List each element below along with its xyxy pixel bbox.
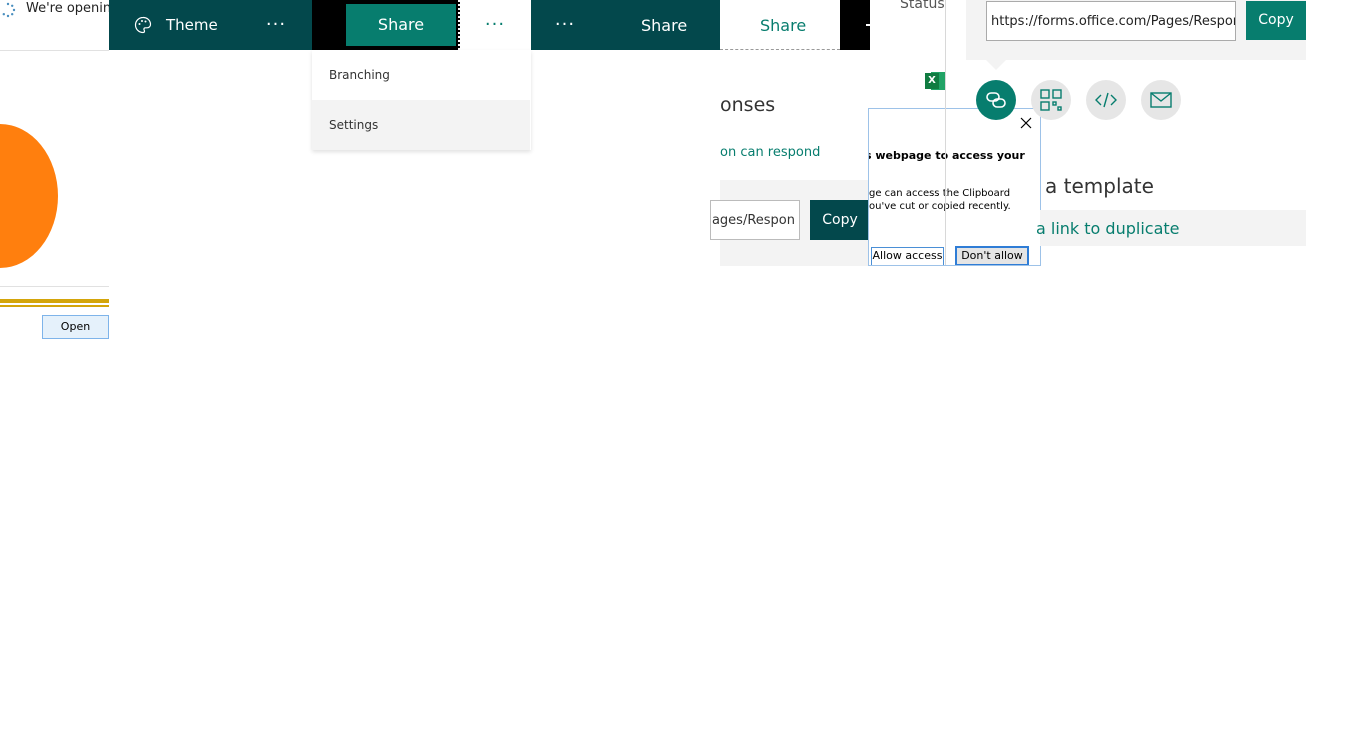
share-button[interactable]: Share (346, 4, 456, 46)
black-strip (840, 0, 870, 50)
responses-heading: onses (720, 94, 776, 116)
duplicate-link-label: a link to duplicate (1036, 219, 1180, 238)
gold-rule-thin (0, 305, 109, 307)
qr-code-button[interactable] (1031, 80, 1071, 120)
panel-pointer (986, 60, 1006, 70)
link-input-value: ages/Respon (711, 213, 795, 228)
status-label: Status (900, 0, 945, 12)
more-options-button[interactable]: ··· (548, 0, 582, 50)
email-button[interactable] (1141, 80, 1181, 120)
dialog-body-line2: ou've cut or copied recently. (869, 201, 1011, 212)
share-button[interactable]: Share (641, 0, 687, 52)
duplicate-link-row[interactable]: a link to duplicate (1036, 210, 1306, 246)
palette-icon (134, 16, 152, 34)
tab-share[interactable]: Share (720, 0, 840, 50)
menu-item-settings[interactable]: Settings (312, 100, 530, 150)
open-button[interactable]: Open (42, 315, 109, 339)
embed-button[interactable] (1086, 80, 1126, 120)
allow-access-button[interactable]: Allow access (871, 247, 944, 265)
menu-item-branching[interactable]: Branching (312, 50, 530, 100)
share-link-input[interactable]: https://forms.office.com/Pages/Respon (986, 1, 1236, 41)
toolbar-share-dark: Share (312, 0, 460, 50)
toolbar-theme: Theme ··· (109, 0, 312, 50)
more-options-button[interactable]: ··· (259, 0, 293, 50)
more-options-menu: Branching Settings (312, 50, 531, 150)
link-share-button[interactable] (976, 80, 1016, 120)
opening-text: We're openin (26, 1, 109, 16)
tab-share-label: Share (760, 16, 807, 35)
theme-button[interactable]: Theme (166, 0, 218, 50)
toolbar-share: ··· Share (531, 0, 720, 50)
link-input[interactable]: ages/Respon (710, 200, 800, 240)
share-template-heading: a template (1045, 174, 1154, 198)
copy-button[interactable]: Copy (810, 200, 870, 240)
gold-rule (0, 299, 109, 303)
dont-allow-button[interactable]: Don't allow (955, 246, 1029, 265)
more-options-button[interactable]: ··· (478, 0, 512, 50)
embed-code-icon (1095, 92, 1117, 108)
respond-permission-link[interactable]: on can respond (720, 145, 820, 160)
excel-icon[interactable]: X (925, 70, 945, 92)
more-options-area: ··· (460, 0, 531, 50)
share-link-value: https://forms.office.com/Pages/Respon (991, 14, 1236, 29)
copy-link-button[interactable]: Copy (1246, 1, 1306, 40)
clipboard-access-dialog: s webpage to access your ge can access t… (868, 108, 1041, 266)
loading-spinner-icon (2, 2, 16, 18)
close-icon[interactable] (1018, 115, 1034, 131)
loading-notification: We're openin (0, 0, 109, 20)
orange-pie-slice (0, 124, 58, 268)
mail-icon (1150, 92, 1172, 108)
vertical-divider (945, 0, 946, 265)
dialog-title: s webpage to access your (868, 149, 1025, 162)
qr-code-icon (1040, 89, 1062, 111)
link-icon (986, 92, 1006, 108)
share-panel: https://forms.office.com/Pages/Respon Co… (966, 0, 1306, 60)
divider (0, 286, 109, 287)
divider (0, 50, 109, 51)
dialog-body-line1: ge can access the Clipboard (869, 188, 1011, 199)
